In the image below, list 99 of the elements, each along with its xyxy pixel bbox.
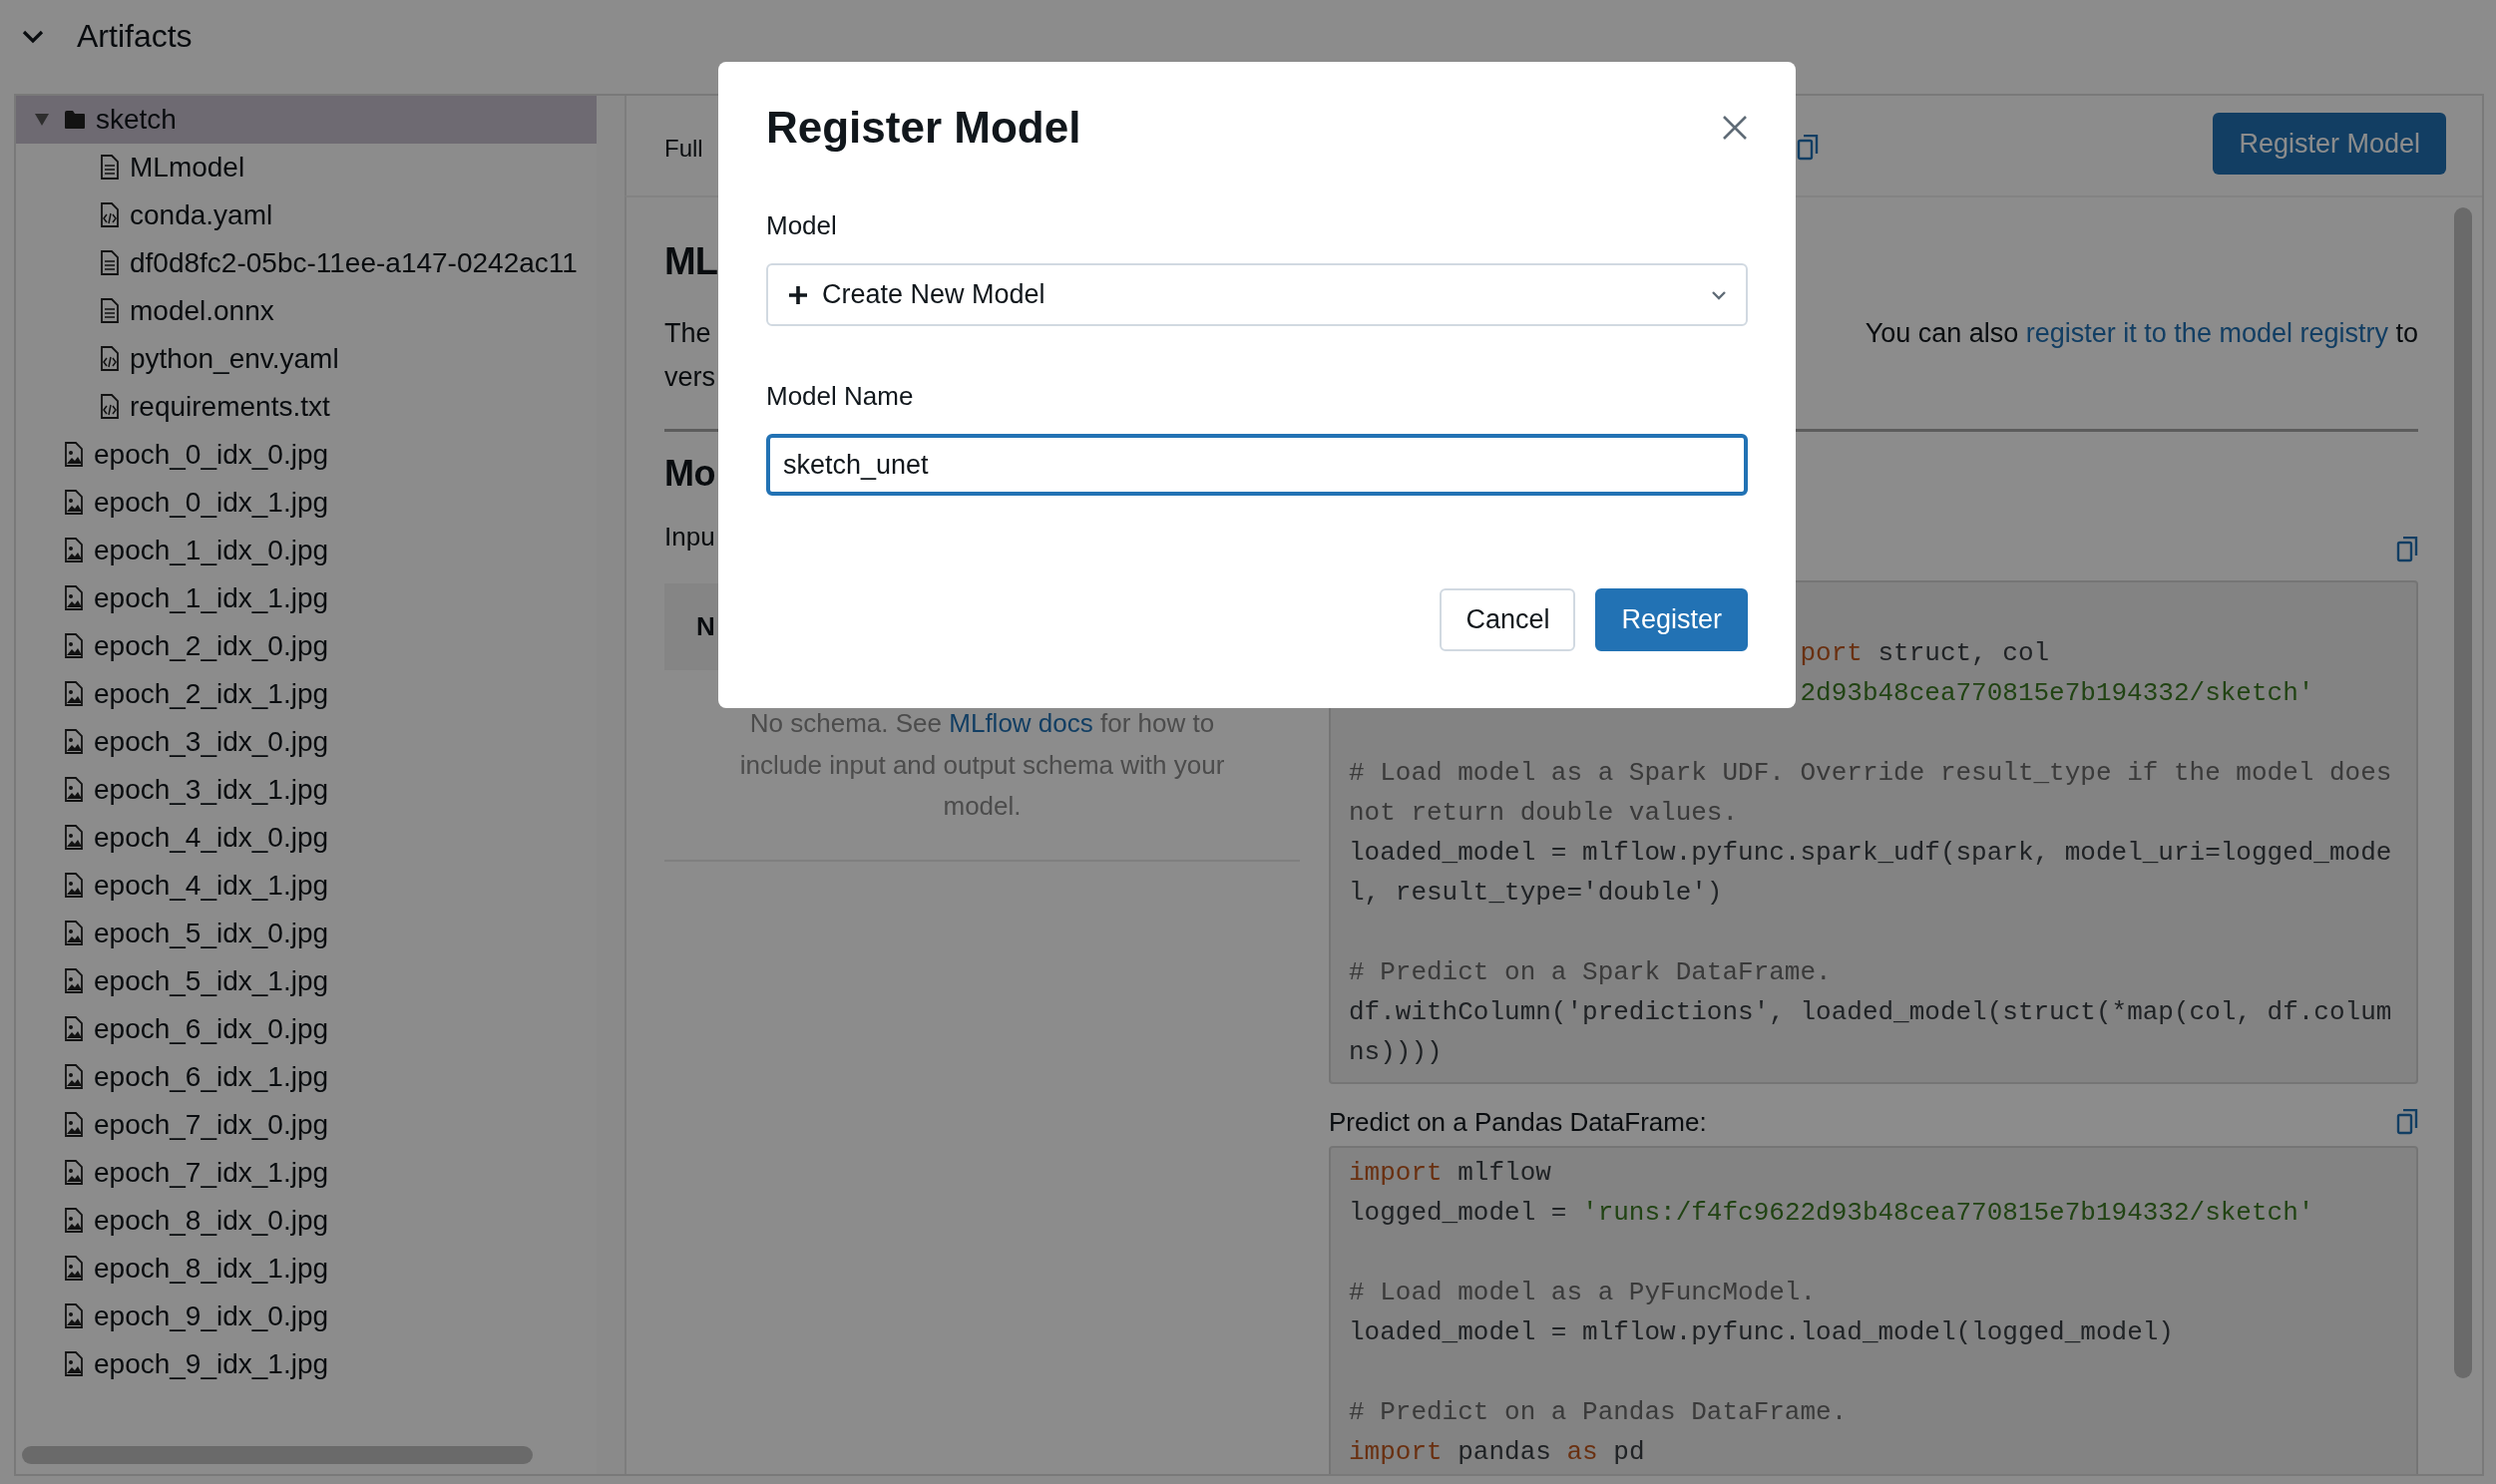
cancel-button[interactable]: Cancel [1440, 588, 1576, 651]
code-line: logged_model = 'runs:/f4fc9622d93b48cea770815e7b194332/sketch' [1349, 1197, 2314, 1230]
code-file-icon [100, 346, 120, 372]
code-line: # Load model as a PyFuncModel. [1349, 1277, 1817, 1309]
image-file-icon [64, 921, 84, 946]
code-line: loaded_model = mlflow.pyfunc.load_model(logged_model) [1349, 1316, 2174, 1349]
image-file-icon [64, 1208, 84, 1234]
tree-item[interactable]: epoch_0_idx_1.jpg [16, 479, 597, 527]
code-line: l, result_type='double') [1349, 877, 1723, 910]
copy-icon[interactable] [1797, 135, 1819, 161]
image-file-icon [64, 968, 84, 994]
image-file-icon [64, 777, 84, 803]
schema-label: Inpu [664, 521, 716, 554]
tree-item[interactable]: model.onnx [16, 287, 597, 335]
dialog-title: Register Model [766, 103, 1081, 153]
tree-item[interactable]: epoch_1_idx_1.jpg [16, 574, 597, 622]
path-label: Full [664, 135, 704, 163]
tree-item[interactable]: conda.yaml [16, 191, 597, 239]
description-text: You can also register it to the model registry to [1865, 317, 2418, 350]
code-file-icon [100, 394, 120, 420]
tree-item[interactable]: epoch_9_idx_1.jpg [16, 1340, 597, 1388]
code-line: ns)))) [1349, 1036, 1443, 1069]
tree-item[interactable]: sketch [16, 96, 597, 144]
image-file-icon [64, 1303, 84, 1329]
close-button[interactable] [1722, 115, 1748, 141]
table-header-text: N [696, 611, 715, 642]
chevron-icon [1710, 288, 1728, 301]
field-label: Model [766, 209, 838, 241]
page-heading: ML [664, 239, 717, 284]
image-file-icon [64, 442, 84, 468]
image-file-icon [64, 490, 84, 516]
code-line: # Predict on a Pandas DataFrame. [1349, 1396, 1848, 1429]
image-file-icon [64, 1351, 84, 1377]
model-select[interactable]: Create New Model [766, 263, 1748, 326]
tree-item[interactable]: epoch_5_idx_0.jpg [16, 910, 597, 957]
tree-item[interactable]: epoch_6_idx_0.jpg [16, 1005, 597, 1053]
code-line: df.withColumn('predictions', loaded_model(struct(*map(col, df.colum [1349, 996, 2392, 1029]
code-line: import pandas as pd [1349, 1436, 1645, 1469]
plus-icon [788, 284, 808, 305]
image-file-icon [64, 729, 84, 755]
tree-item[interactable]: epoch_2_idx_0.jpg [16, 622, 597, 670]
code-file-icon [100, 202, 120, 228]
code-line: # Load model as a Spark UDF. Override result_type if the model does [1349, 757, 2392, 790]
description-text: vers [664, 361, 715, 394]
model-name-field[interactable]: sketch_unet [766, 434, 1748, 496]
document-icon [100, 250, 120, 276]
tree-item[interactable]: epoch_4_idx_0.jpg [16, 814, 597, 862]
section-heading: Mo [664, 452, 715, 496]
document-icon [100, 155, 120, 181]
tree-item[interactable]: df0d8fc2-05bc-11ee-a147-0242ac11 [16, 239, 597, 287]
tree-item[interactable]: epoch_2_idx_1.jpg [16, 670, 597, 718]
image-file-icon [64, 1064, 84, 1090]
tree-item[interactable]: epoch_7_idx_0.jpg [16, 1101, 597, 1149]
registry-link[interactable]: register it to the model registry [2025, 318, 2388, 348]
close-icon [1722, 115, 1748, 141]
image-file-icon [64, 1016, 84, 1042]
tree-item[interactable]: python_env.yaml [16, 335, 597, 383]
code-line: 2d93b48cea770815e7b194332/sketch' [1800, 677, 2314, 710]
code-line: loaded_model = mlflow.pyfunc.spark_udf(spark, model_uri=logged_mode [1349, 837, 2392, 870]
tree-item[interactable]: MLmodel [16, 144, 597, 191]
tree-item[interactable]: epoch_6_idx_1.jpg [16, 1053, 597, 1101]
image-file-icon [64, 538, 84, 563]
tree-item[interactable]: epoch_0_idx_0.jpg [16, 431, 597, 479]
image-file-icon [64, 1160, 84, 1186]
description-text: The [664, 317, 712, 350]
code-line: # Predict on a Spark DataFrame. [1349, 956, 1832, 989]
code-label: Predict on a Pandas DataFrame: [1329, 1106, 1707, 1138]
image-file-icon [64, 681, 84, 707]
copy-icon[interactable] [2396, 537, 2418, 562]
scrollbar-thumb[interactable] [2454, 207, 2472, 1378]
image-file-icon [64, 873, 84, 899]
field-label: Model Name [766, 380, 915, 412]
tree-item[interactable]: epoch_1_idx_0.jpg [16, 527, 597, 574]
tree-item[interactable]: epoch_8_idx_1.jpg [16, 1245, 597, 1293]
tree-item[interactable]: epoch_4_idx_1.jpg [16, 862, 597, 910]
code-line: import mlflow [1349, 1157, 1551, 1190]
image-file-icon [64, 1112, 84, 1138]
image-file-icon [64, 1256, 84, 1282]
tree-item[interactable]: epoch_7_idx_1.jpg [16, 1149, 597, 1197]
code-line: port struct, col [1800, 637, 2050, 670]
tree-item[interactable]: epoch_3_idx_1.jpg [16, 766, 597, 814]
tree-item[interactable]: requirements.txt [16, 383, 597, 431]
tree-item[interactable]: epoch_9_idx_0.jpg [16, 1293, 597, 1340]
triangle-icon[interactable] [34, 113, 50, 127]
image-file-icon [64, 825, 84, 851]
image-file-icon [64, 585, 84, 611]
folder-icon [64, 110, 86, 130]
tree-item[interactable]: epoch_8_idx_0.jpg [16, 1197, 597, 1245]
code-line: not return double values. [1349, 797, 1739, 830]
document-icon [100, 298, 120, 324]
image-file-icon [64, 633, 84, 659]
section-title: Artifacts [77, 17, 193, 55]
register-button[interactable]: Register [1595, 588, 1748, 651]
tree-item[interactable]: epoch_5_idx_1.jpg [16, 957, 597, 1005]
docs-link[interactable]: MLflow docs [949, 708, 1093, 738]
scrollbar-thumb[interactable] [22, 1446, 533, 1464]
tree-item[interactable]: epoch_3_idx_0.jpg [16, 718, 597, 766]
copy-icon[interactable] [2396, 1109, 2418, 1135]
register-model-button[interactable]: Register Model [2213, 113, 2446, 175]
